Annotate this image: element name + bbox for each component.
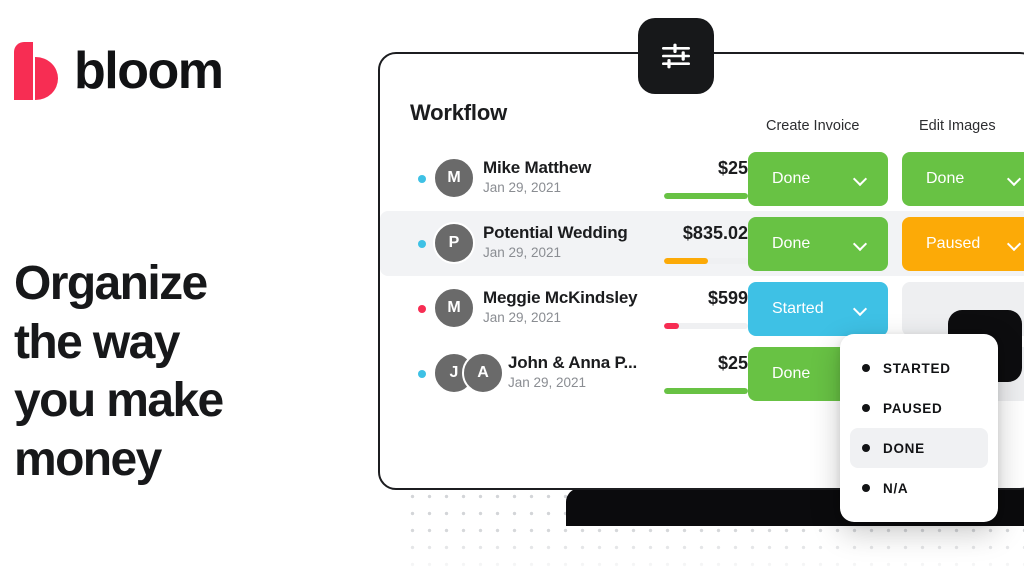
column-header-edit-images: Edit Images bbox=[919, 118, 996, 134]
headline-line-1: Organize bbox=[14, 257, 208, 310]
row-progress-bar bbox=[664, 258, 748, 264]
page-root: bloom Organize the way you make money Wo… bbox=[0, 0, 1024, 576]
row-date: Jan 29, 2021 bbox=[508, 375, 587, 391]
row-progress-fill bbox=[664, 258, 708, 264]
table-row[interactable]: M Meggie McKindsley Jan 29, 2021 $599 Starte… bbox=[380, 276, 1024, 341]
status-button-edit-images[interactable]: Paused bbox=[902, 217, 1024, 271]
chevron-down-icon bbox=[854, 303, 866, 315]
avatar-group: JA bbox=[433, 352, 504, 394]
logo-stem bbox=[14, 42, 33, 100]
headline-line-3: you make bbox=[14, 374, 224, 428]
row-status-dot bbox=[418, 175, 426, 183]
status-button-label: Done bbox=[926, 170, 965, 187]
avatar-group: M bbox=[433, 157, 475, 199]
row-amount: $835.02 bbox=[682, 223, 748, 243]
row-identity: Meggie McKindsley Jan 29, 2021 bbox=[483, 287, 638, 329]
row-status-dot bbox=[418, 305, 426, 313]
row-progress-fill bbox=[664, 193, 748, 199]
headline-line-2: the way bbox=[14, 315, 180, 369]
bloom-b-icon bbox=[14, 42, 58, 100]
chevron-down-icon bbox=[854, 173, 866, 185]
status-button-label: Done bbox=[772, 235, 811, 252]
row-identity: John & Anna P... Jan 29, 2021 bbox=[508, 352, 637, 394]
headline-line-4: money bbox=[14, 432, 162, 486]
bullet-icon bbox=[862, 404, 870, 412]
table-row[interactable]: M Mike Matthew Jan 29, 2021 $25 Done Done bbox=[380, 146, 1024, 211]
bullet-icon bbox=[862, 364, 870, 372]
row-amount: $25 bbox=[717, 158, 748, 178]
avatar: A bbox=[462, 352, 504, 394]
row-progress-fill bbox=[664, 388, 748, 394]
status-button-label: Started bbox=[772, 300, 824, 317]
page-title: Organize the way you make money bbox=[14, 255, 354, 489]
row-progress-fill bbox=[664, 323, 680, 329]
row-name: Meggie McKindsley bbox=[483, 288, 638, 307]
row-date: Jan 29, 2021 bbox=[483, 245, 562, 261]
avatar: M bbox=[433, 287, 475, 329]
chevron-down-icon bbox=[1008, 238, 1020, 250]
menu-item-label: PAUSED bbox=[883, 400, 943, 416]
row-status-dot bbox=[418, 370, 426, 378]
status-button-create-invoice[interactable]: Done bbox=[748, 217, 888, 271]
row-amount: $599 bbox=[707, 288, 748, 308]
status-button-label: Done bbox=[772, 170, 811, 187]
brand-logo: bloom bbox=[14, 42, 224, 100]
avatar-group: P bbox=[433, 222, 475, 264]
menu-item[interactable]: STARTED bbox=[850, 348, 988, 388]
row-name: Potential Wedding bbox=[483, 223, 628, 242]
row-date: Jan 29, 2021 bbox=[483, 310, 562, 326]
row-progress-bar bbox=[664, 193, 748, 199]
chevron-down-icon bbox=[1008, 173, 1020, 185]
row-progress-bar bbox=[664, 388, 748, 394]
avatar: P bbox=[433, 222, 475, 264]
row-identity: Mike Matthew Jan 29, 2021 bbox=[483, 157, 591, 199]
status-button-edit-images[interactable]: Done bbox=[902, 152, 1024, 206]
sliders-icon bbox=[662, 43, 690, 69]
workflow-title: Workflow bbox=[410, 100, 507, 125]
row-name: Mike Matthew bbox=[483, 158, 592, 177]
row-amount: $25 bbox=[717, 353, 748, 373]
avatar-group: M bbox=[433, 287, 475, 329]
menu-item[interactable]: DONE bbox=[850, 428, 988, 468]
brand-name: bloom bbox=[74, 42, 224, 100]
column-header-create-invoice: Create Invoice bbox=[766, 118, 860, 134]
chevron-down-icon bbox=[854, 238, 866, 250]
status-dropdown-menu[interactable]: STARTED PAUSED DONE N/A bbox=[840, 334, 998, 522]
logo-bowl bbox=[35, 57, 58, 100]
row-identity: Potential Wedding Jan 29, 2021 bbox=[483, 222, 628, 264]
table-row[interactable]: P Potential Wedding Jan 29, 2021 $835.02 Don… bbox=[380, 211, 1024, 276]
avatar: M bbox=[433, 157, 475, 199]
menu-item-label: STARTED bbox=[883, 360, 951, 376]
row-progress-bar bbox=[664, 323, 748, 329]
status-button-label: Done bbox=[772, 365, 811, 382]
menu-item-label: N/A bbox=[883, 480, 909, 496]
sliders-icon-button[interactable] bbox=[638, 18, 714, 94]
row-name: John & Anna P... bbox=[508, 353, 638, 372]
menu-item-label: DONE bbox=[883, 440, 925, 456]
row-date: Jan 29, 2021 bbox=[483, 180, 562, 196]
bullet-icon bbox=[862, 484, 870, 492]
bullet-icon bbox=[862, 444, 870, 452]
row-status-dot bbox=[418, 240, 426, 248]
status-button-create-invoice[interactable]: Done bbox=[748, 152, 888, 206]
menu-item[interactable]: PAUSED bbox=[850, 388, 988, 428]
menu-item[interactable]: N/A bbox=[850, 468, 988, 508]
status-button-label: Paused bbox=[926, 235, 981, 252]
status-button-create-invoice[interactable]: Started bbox=[748, 282, 888, 336]
